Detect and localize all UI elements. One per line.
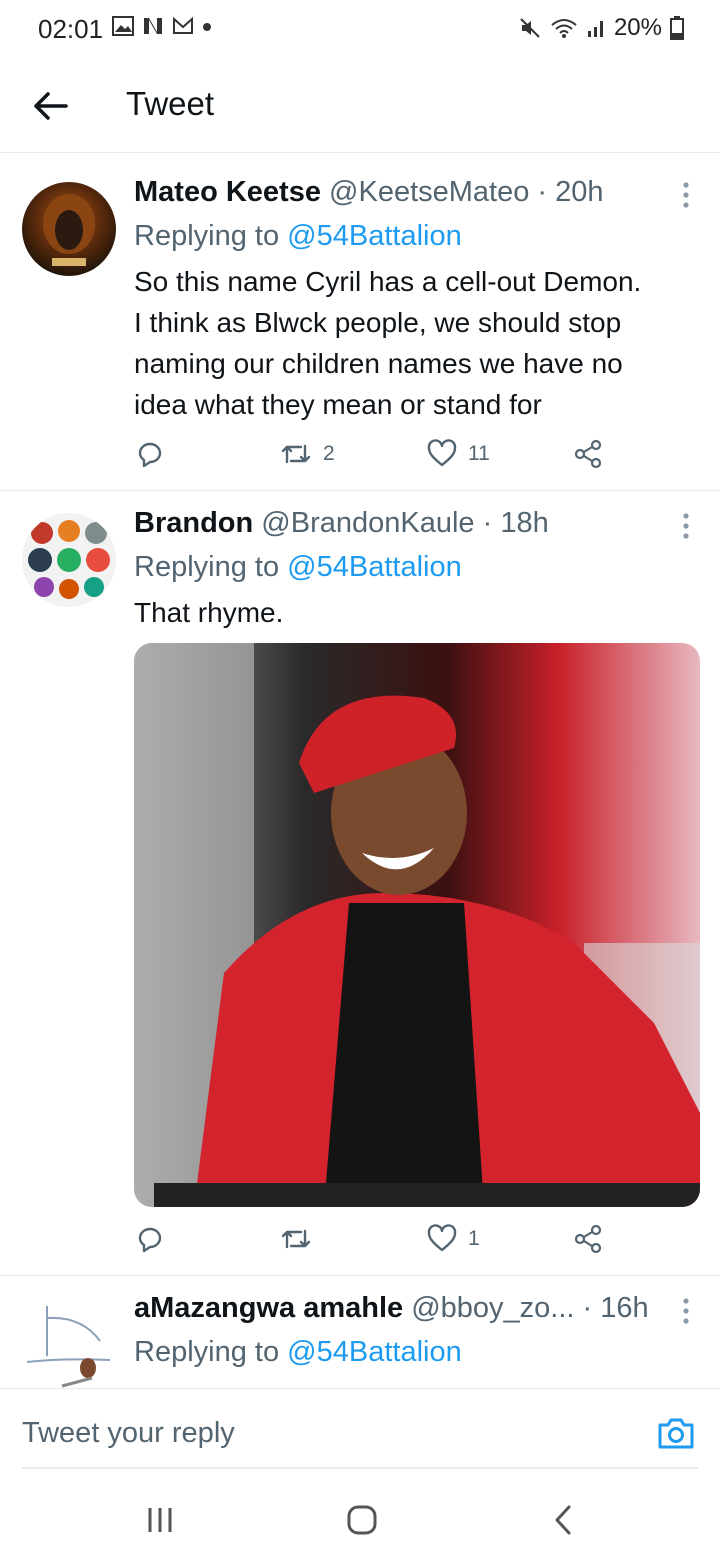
retweet-button[interactable] (279, 1223, 323, 1255)
tweet-text: So this name Cyril has a cell-out Demon.… (134, 261, 704, 425)
netflix-icon (144, 18, 162, 34)
gmail-icon (173, 16, 193, 34)
share-icon (574, 439, 602, 469)
separator: · (537, 176, 548, 208)
dot-icon (203, 23, 211, 31)
mention-link[interactable]: @54Battalion (287, 220, 462, 252)
tweet-text-line: So this name Cyril has a cell-out Demon. (134, 266, 642, 297)
app-bar: Tweet (0, 60, 720, 153)
like-button[interactable]: 11 (426, 438, 490, 470)
user-handle[interactable]: @KeetseMateo (329, 176, 529, 208)
page-title: Tweet (126, 85, 215, 122)
tweet-actions: 1 (134, 1223, 614, 1263)
display-name[interactable]: aMazangwa amahle (134, 1292, 403, 1324)
tweet[interactable]: Mateo Keetse @KeetseMateo · 20h Replying… (0, 160, 720, 491)
display-name[interactable]: Brandon (134, 507, 253, 539)
like-count: 11 (468, 442, 490, 465)
tweet-text-line: I think as Blwck people, we should stop (134, 307, 622, 338)
comment-icon (138, 442, 162, 468)
tweet-time: 16h (600, 1292, 649, 1324)
battery-percent: 20% (613, 14, 662, 41)
sketch-avatar-image (26, 1306, 111, 1388)
home-icon[interactable] (342, 1500, 382, 1540)
tweet[interactable]: Brandon @BrandonKaule · 18h Replying to … (0, 491, 720, 1276)
heart-icon (427, 1224, 457, 1252)
gallery-icon (112, 16, 134, 36)
share-button[interactable] (572, 1223, 604, 1255)
replying-label: Replying to (134, 220, 280, 252)
user-handle[interactable]: @bboy_zo... (411, 1292, 574, 1324)
mention-link[interactable]: @54Battalion (287, 1336, 462, 1368)
tweet[interactable]: aMazangwa amahle @bboy_zo... · 16h Reply… (0, 1276, 720, 1388)
retweet-icon (281, 1229, 311, 1249)
reply-composer[interactable]: Tweet your reply (0, 1388, 720, 1469)
replying-to: Replying to @54Battalion (134, 1336, 462, 1369)
more-options-icon[interactable] (680, 1296, 692, 1326)
recent-apps-icon[interactable] (140, 1500, 180, 1540)
mention-link[interactable]: @54Battalion (287, 551, 462, 583)
share-icon (574, 1224, 602, 1254)
heart-icon (427, 439, 457, 467)
back-nav-icon[interactable] (544, 1500, 584, 1540)
system-icons: 20% (518, 14, 684, 42)
mute-icon (520, 18, 540, 38)
separator: · (582, 1292, 593, 1324)
retweet-icon (281, 444, 311, 464)
share-button[interactable] (572, 438, 604, 470)
battery-icon (670, 16, 684, 40)
back-arrow-icon[interactable] (28, 84, 72, 128)
avatar[interactable] (22, 1296, 116, 1388)
more-options-icon[interactable] (680, 511, 692, 541)
replying-to: Replying to @54Battalion (134, 551, 462, 584)
tweet-text-line: idea what they mean or stand for (134, 389, 542, 420)
tweet-time: 18h (500, 507, 549, 539)
tweet-header: Mateo Keetse @KeetseMateo · 20h (134, 176, 604, 209)
camera-icon[interactable] (656, 1413, 696, 1453)
tweet-text-line: That rhyme. (134, 597, 284, 628)
comment-icon (138, 1227, 162, 1253)
reply-underline (22, 1467, 698, 1469)
wifi-icon (551, 19, 577, 38)
reply-button[interactable] (134, 438, 166, 470)
notification-icons (112, 16, 212, 36)
tweet-text-line: naming our children names we have no (134, 348, 623, 379)
tweet-text: That rhyme. (134, 592, 704, 633)
emblems-avatar-image (28, 520, 110, 599)
user-handle[interactable]: @BrandonKaule (261, 507, 474, 539)
lion-avatar-image (43, 194, 95, 266)
replying-to: Replying to @54Battalion (134, 220, 462, 253)
retweet-count: 2 (323, 442, 335, 465)
avatar[interactable] (22, 182, 116, 276)
tweet-photo[interactable] (134, 643, 700, 1207)
display-name[interactable]: Mateo Keetse (134, 176, 321, 208)
laughing-man-photo (134, 643, 700, 1207)
status-bar: 02:01 20% (0, 0, 720, 60)
replying-label: Replying to (134, 551, 280, 583)
more-options-icon[interactable] (680, 180, 692, 210)
reply-input[interactable]: Tweet your reply (22, 1417, 235, 1450)
avatar[interactable] (22, 513, 116, 607)
tweet-time: 20h (555, 176, 604, 208)
tweet-header: aMazangwa amahle @bboy_zo... · 16h (134, 1292, 649, 1325)
retweet-button[interactable]: 2 (279, 438, 335, 470)
signal-icon (587, 21, 603, 37)
like-button[interactable]: 1 (426, 1223, 480, 1255)
replying-label: Replying to (134, 1336, 280, 1368)
like-count: 1 (468, 1227, 480, 1250)
status-time: 02:01 (38, 14, 104, 44)
system-nav-bar (0, 1470, 720, 1560)
tweet-actions: 2 11 (134, 438, 614, 478)
tweet-header: Brandon @BrandonKaule · 18h (134, 507, 549, 540)
reply-button[interactable] (134, 1223, 166, 1255)
separator: · (482, 507, 493, 539)
